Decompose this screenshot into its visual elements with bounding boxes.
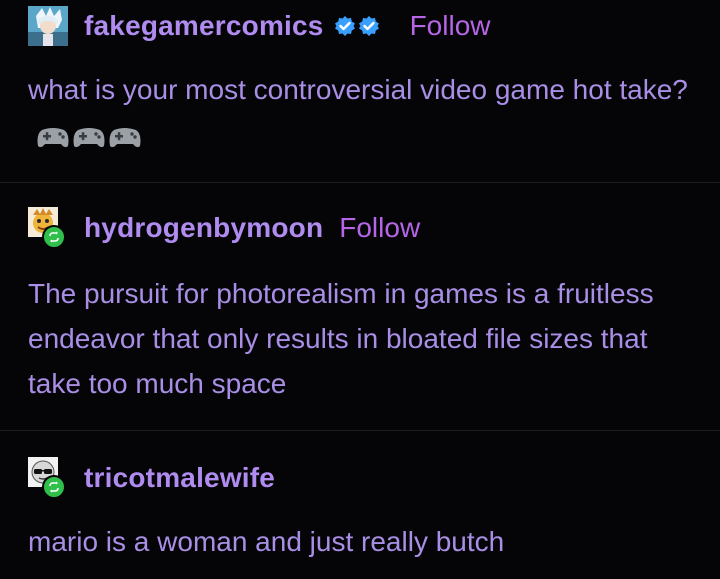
post-text: mario is a woman and just really butch [28,526,505,557]
post-text: The pursuit for photorealism in games is… [28,278,654,399]
avatar[interactable] [28,6,68,46]
verified-badge-icon [334,15,380,37]
avatar[interactable] [28,207,70,249]
username[interactable]: hydrogenbymoon [84,212,323,244]
reblog-icon [42,225,66,249]
post-body: what is your most controversial video ga… [28,67,700,157]
username[interactable]: tricotmalewife [84,462,275,494]
post-body: The pursuit for photorealism in games is… [28,271,700,406]
gamepad-emoji-icon [36,124,142,150]
post-thread: fakegamercomics Follow what is your most… [0,0,720,579]
reblog-post: hydrogenbymoon Follow The pursuit for ph… [0,182,720,430]
follow-button[interactable]: Follow [410,10,491,42]
follow-button[interactable]: Follow [339,212,420,244]
original-post: fakegamercomics Follow what is your most… [0,0,720,182]
post-text: what is your most controversial video ga… [28,74,688,105]
anime-avatar-icon [28,6,68,46]
post-header: tricotmalewife [28,455,275,501]
post-header: hydrogenbymoon Follow [28,205,420,251]
username[interactable]: fakegamercomics [84,10,324,42]
avatar[interactable] [28,457,70,499]
reblog-icon [42,475,66,499]
post-header: fakegamercomics Follow [28,6,491,46]
reblog-post: tricotmalewife mario is a woman and just… [0,430,720,579]
post-body: mario is a woman and just really butch [28,519,700,564]
